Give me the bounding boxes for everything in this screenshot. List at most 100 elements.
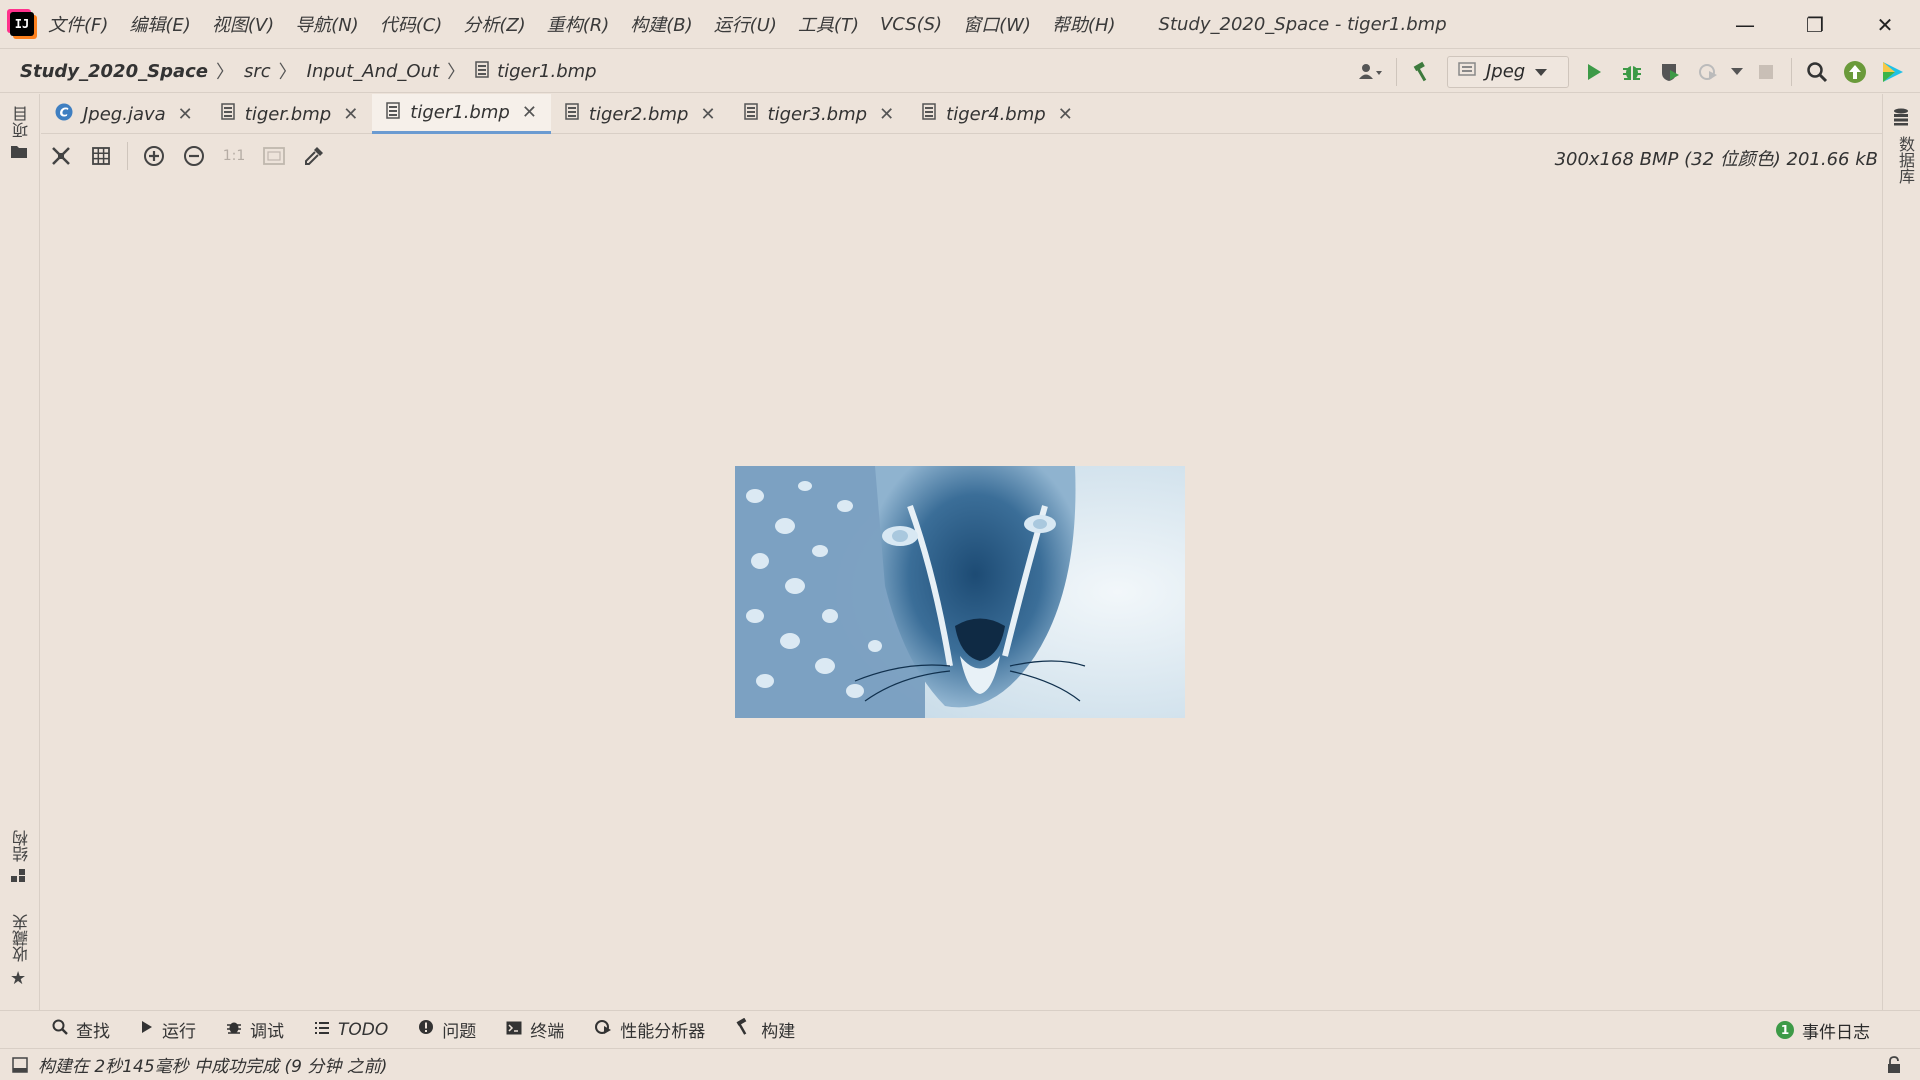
- project-tool-button[interactable]: 项目: [10, 106, 34, 163]
- tool-window-label: TODO: [338, 1019, 389, 1040]
- status-bar: 构建在 2秒145毫秒 中成功完成 (9 分钟 之前): [0, 1048, 1920, 1080]
- image-file-icon: [922, 103, 936, 125]
- favorites-tool-button[interactable]: 收藏夹 ★: [10, 914, 34, 989]
- intellij-logo-icon: IJ: [10, 12, 34, 36]
- menu-edit[interactable]: 编辑(E): [129, 11, 190, 37]
- image-info: 300x168 BMP (32 位颜色) 201.66 kB: [1554, 149, 1878, 170]
- tool-window-label: 查找: [76, 1022, 110, 1042]
- structure-tool-button[interactable]: 结构: [10, 830, 34, 888]
- database-icon: [1893, 108, 1917, 130]
- tool-window-label: 构建: [761, 1022, 796, 1042]
- tool-window-label: 终端: [530, 1022, 565, 1042]
- tool-window-find[interactable]: 查找: [52, 1017, 110, 1042]
- breadcrumb-file[interactable]: tiger1.bmp: [497, 61, 597, 82]
- close-icon[interactable]: ✕: [178, 104, 193, 125]
- menu-file[interactable]: 文件(F): [48, 11, 108, 37]
- debug-icon[interactable]: [1613, 53, 1651, 91]
- menu-analyze[interactable]: 分析(Z): [463, 11, 525, 37]
- tab-tiger1-bmp[interactable]: tiger1.bmp ✕: [372, 94, 551, 134]
- close-window-button[interactable]: ✕: [1850, 0, 1920, 49]
- grid-icon[interactable]: [81, 138, 121, 174]
- coverage-icon[interactable]: [1651, 53, 1689, 91]
- tab-label: tiger.bmp: [244, 103, 332, 125]
- database-tool-button[interactable]: 数据库: [1893, 108, 1917, 184]
- run-config-label: Jpeg: [1486, 61, 1526, 82]
- menu-view[interactable]: 视图(V): [212, 11, 274, 37]
- tab-tiger3-bmp[interactable]: tiger3.bmp ✕: [730, 94, 909, 134]
- menu-code[interactable]: 代码(C): [380, 11, 443, 37]
- menu-navigate[interactable]: 导航(N): [295, 11, 359, 37]
- fit-window-icon[interactable]: [254, 138, 294, 174]
- tab-jpeg-java[interactable]: C Jpeg.java ✕: [41, 94, 207, 134]
- zoom-out-icon[interactable]: [174, 138, 214, 174]
- run-icon: [140, 1019, 154, 1040]
- menu-tools[interactable]: 工具(T): [798, 11, 859, 37]
- stop-icon[interactable]: [1747, 53, 1785, 91]
- menu-help[interactable]: 帮助(H): [1052, 11, 1116, 37]
- breadcrumb-src[interactable]: src: [244, 61, 271, 82]
- todo-icon: [314, 1020, 330, 1040]
- user-icon[interactable]: [1352, 53, 1390, 91]
- actual-size-button[interactable]: 1:1: [214, 138, 254, 174]
- close-icon[interactable]: ✕: [879, 104, 894, 125]
- tool-window-debug[interactable]: 调试: [226, 1017, 284, 1042]
- close-icon[interactable]: ✕: [700, 104, 715, 125]
- tool-window-label: 性能分析器: [620, 1022, 706, 1042]
- tab-label: tiger1.bmp: [410, 102, 510, 123]
- zoom-in-icon[interactable]: [134, 138, 174, 174]
- profiler-run-icon[interactable]: [1689, 53, 1727, 91]
- image-viewer-toolbar: 1:1 300x168 BMP (32 位颜色) 201.66 kB: [41, 135, 1882, 177]
- tool-window-todo[interactable]: TODO: [314, 1020, 388, 1040]
- toggle-tool-windows-icon[interactable]: [12, 1056, 28, 1073]
- vcs-update-icon[interactable]: [1836, 53, 1874, 91]
- search-icon[interactable]: [1798, 53, 1836, 91]
- tool-window-profiler[interactable]: 性能分析器: [594, 1017, 705, 1042]
- window-title: Study_2020_Space - tiger1.bmp: [1158, 13, 1447, 35]
- event-log-label: 事件日志: [1802, 1022, 1870, 1043]
- breadcrumb-project[interactable]: Study_2020_Space: [20, 61, 208, 82]
- window-controls: — ❐ ✕: [1710, 0, 1920, 49]
- breadcrumb-package[interactable]: Input_And_Out: [307, 61, 439, 82]
- color-picker-icon[interactable]: [294, 138, 334, 174]
- tool-window-label: 问题: [442, 1022, 477, 1042]
- build-hammer-icon[interactable]: [1403, 53, 1441, 91]
- fit-zoom-icon[interactable]: [41, 138, 81, 174]
- tab-tiger-bmp[interactable]: tiger.bmp ✕: [207, 94, 373, 134]
- close-icon[interactable]: ✕: [343, 104, 358, 125]
- tool-window-run[interactable]: 运行: [140, 1017, 196, 1042]
- close-icon[interactable]: ✕: [522, 102, 537, 123]
- menu-run[interactable]: 运行(U): [714, 11, 777, 37]
- image-file-icon: [565, 103, 579, 125]
- tool-window-terminal[interactable]: 终端: [506, 1017, 564, 1042]
- menu-window[interactable]: 窗口(W): [963, 11, 1031, 37]
- ide-window: IJ 文件(F) 编辑(E) 视图(V) 导航(N) 代码(C) 分析(Z) 重…: [0, 0, 1920, 1080]
- structure-label: 结构: [12, 830, 31, 862]
- minimize-button[interactable]: —: [1710, 0, 1780, 49]
- menu-bar: IJ 文件(F) 编辑(E) 视图(V) 导航(N) 代码(C) 分析(Z) 重…: [0, 0, 1920, 49]
- tool-window-problems[interactable]: 问题: [418, 1017, 476, 1042]
- tool-window-build[interactable]: 构建: [735, 1017, 795, 1042]
- lock-icon[interactable]: [1886, 1056, 1902, 1074]
- tool-window-label: 运行: [162, 1022, 196, 1042]
- menu-build[interactable]: 构建(B): [630, 11, 692, 37]
- run-config-icon: [1458, 61, 1476, 82]
- tab-label: tiger3.bmp: [767, 103, 868, 125]
- chevron-down-icon[interactable]: [1727, 53, 1747, 91]
- event-log-button[interactable]: 1 事件日志: [1776, 1011, 1870, 1049]
- menu-refactor[interactable]: 重构(R): [547, 11, 610, 37]
- restore-button[interactable]: ❐: [1780, 0, 1850, 49]
- toolbox-app-icon[interactable]: [1874, 53, 1912, 91]
- right-tool-stripe: 数据库: [1882, 94, 1920, 1010]
- build-icon: [735, 1017, 753, 1041]
- menu-vcs[interactable]: VCS(S): [880, 14, 942, 35]
- image-file-icon: [386, 101, 401, 124]
- run-configuration-select[interactable]: Jpeg: [1447, 55, 1569, 88]
- tab-tiger2-bmp[interactable]: tiger2.bmp ✕: [551, 94, 730, 134]
- java-class-icon: C: [55, 103, 73, 126]
- image-file-icon: [475, 60, 489, 82]
- tab-label: tiger4.bmp: [946, 103, 1046, 125]
- close-icon[interactable]: ✕: [1058, 104, 1073, 125]
- tab-tiger4-bmp[interactable]: tiger4.bmp ✕: [908, 94, 1087, 134]
- search-icon: [52, 1019, 68, 1040]
- run-icon[interactable]: [1575, 53, 1613, 91]
